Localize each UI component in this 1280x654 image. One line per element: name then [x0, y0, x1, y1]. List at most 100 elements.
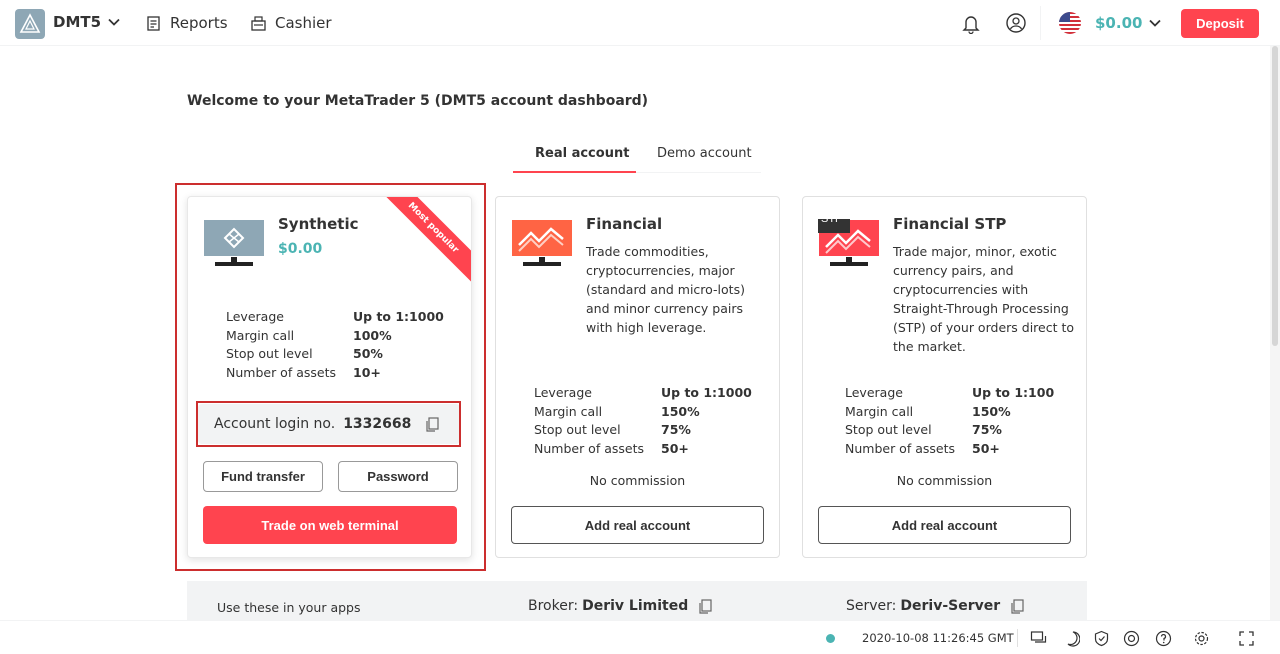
chevron-down-icon: [108, 18, 120, 26]
financial-stp-commission: No commission: [896, 473, 993, 488]
copy-icon[interactable]: [425, 416, 440, 432]
cashier-label: Cashier: [275, 14, 332, 32]
theme-toggle-icon[interactable]: [1063, 630, 1080, 647]
fund-transfer-button[interactable]: Fund transfer: [203, 461, 323, 492]
reports-label: Reports: [170, 14, 228, 32]
us-flag-icon: [1059, 12, 1081, 34]
spec-label: Margin call: [534, 403, 603, 419]
copy-icon[interactable]: [698, 598, 713, 614]
platform-logo-icon[interactable]: [15, 9, 45, 39]
active-tab-indicator: [513, 171, 636, 173]
financial-account-card: Financial Trade commodities, cryptocurre…: [495, 196, 780, 558]
apps-hint: Use these in your apps: [217, 600, 361, 615]
page-title: Welcome to your MetaTrader 5 (DMT5 accou…: [187, 93, 649, 109]
page-scrollbar[interactable]: [1270, 46, 1280, 620]
spec-row: Stop out level 50%: [226, 345, 444, 364]
spec-row: Stop out level 75%: [845, 421, 1054, 440]
server-info-bar: Use these in your apps Broker: Deriv Lim…: [187, 581, 1087, 621]
spec-value: 50+: [972, 441, 1000, 457]
spec-value: 75%: [661, 422, 691, 438]
spec-row: Leverage Up to 1:100: [845, 384, 1054, 403]
financial-specs: Leverage Up to 1:1000 Margin call 150% Sto…: [534, 384, 752, 459]
spec-row: Number of assets 50+: [845, 440, 1054, 459]
login-label: Account login no.: [214, 416, 336, 432]
trade-on-web-terminal-button[interactable]: Trade on web terminal: [203, 506, 457, 544]
spec-value: Up to 1:1000: [353, 309, 444, 324]
fullscreen-icon[interactable]: [1238, 630, 1255, 647]
spec-value: 100%: [353, 327, 392, 343]
cashier-menu-link[interactable]: Cashier: [250, 14, 332, 32]
spec-label: Stop out level: [226, 346, 313, 362]
synthetic-title: Synthetic: [278, 215, 359, 233]
password-button[interactable]: Password: [338, 461, 458, 492]
spec-label: Number of assets: [226, 365, 336, 381]
account-balance-switcher[interactable]: $0.00: [1095, 14, 1162, 32]
header-balance: $0.00: [1095, 14, 1143, 32]
profile-icon[interactable]: [1005, 12, 1027, 34]
platform-switcher[interactable]: DMT5: [53, 13, 121, 31]
spec-row: Leverage Up to 1:1000: [226, 308, 444, 327]
spec-label: Leverage: [845, 385, 903, 400]
spec-label: Margin call: [845, 403, 914, 419]
most-popular-ribbon: Most popular: [375, 197, 471, 286]
spec-value: 150%: [661, 403, 700, 419]
responsible-trading-icon[interactable]: [1123, 630, 1140, 647]
scrollbar-thumb[interactable]: [1272, 46, 1278, 346]
top-header: DMT5 Reports Cashier $0.00 Deposit: [0, 0, 1280, 46]
broker-value: Deriv Limited: [582, 598, 689, 614]
reports-menu-link[interactable]: Reports: [145, 14, 228, 32]
synthetic-account-card: Most popular Synthetic $0.00 Leverage Up …: [187, 196, 472, 558]
shield-icon[interactable]: [1093, 630, 1110, 647]
add-real-account-button[interactable]: Add real account: [511, 506, 764, 544]
settings-gear-icon[interactable]: [1193, 630, 1210, 647]
synthetic-specs: Leverage Up to 1:1000 Margin call 100% Sto…: [226, 308, 444, 383]
deposit-button[interactable]: Deposit: [1181, 9, 1259, 38]
account-type-tabs: Real account Demo account: [513, 140, 761, 173]
spec-value: 10+: [353, 365, 381, 381]
reports-icon: [147, 15, 160, 31]
spec-row: Number of assets 10+: [226, 364, 444, 383]
server-time: 2020-10-08 11:26:45 GMT: [862, 631, 1014, 645]
spec-value: Up to 1:100: [972, 385, 1055, 400]
platform-name: DMT5: [53, 13, 102, 31]
financial-description: Trade commodities, cryptocurrencies, maj…: [586, 244, 745, 335]
financial-stp-account-card: STP Financial STP Trade major, minor, ex…: [802, 196, 1087, 558]
synthetic-balance: $0.00: [278, 241, 323, 257]
spec-row: Stop out level 75%: [534, 421, 752, 440]
add-real-account-button[interactable]: Add real account: [818, 506, 1071, 544]
copy-icon[interactable]: [1010, 598, 1025, 614]
financial-stp-monitor-icon: [818, 219, 879, 266]
server-info: Server: Deriv-Server: [846, 598, 1025, 614]
spec-row: Number of assets 50+: [534, 440, 752, 459]
cashier-icon: [251, 15, 266, 31]
footer-bar: 2020-10-08 11:26:45 GMT: [0, 620, 1280, 654]
broker-info: Broker: Deriv Limited: [528, 598, 713, 614]
tab-real-account[interactable]: Real account: [535, 146, 629, 161]
spec-row: Margin call 150%: [845, 403, 1054, 422]
spec-value: 50%: [353, 346, 383, 362]
tab-demo-account[interactable]: Demo account: [657, 146, 752, 161]
help-icon[interactable]: [1155, 630, 1172, 647]
spec-label: Number of assets: [534, 441, 644, 457]
financial-title: Financial: [586, 215, 663, 233]
chat-icon[interactable]: [1030, 630, 1047, 647]
spec-row: Margin call 150%: [534, 403, 752, 422]
spec-value: 75%: [972, 422, 1002, 438]
server-value: Deriv-Server: [900, 598, 1001, 614]
financial-stp-title: Financial STP: [893, 215, 1007, 233]
spec-value: 150%: [972, 403, 1011, 419]
financial-stp-description: Trade major, minor, exotic currency pair…: [893, 244, 1075, 354]
spec-value: Up to 1:1000: [661, 385, 752, 400]
spec-row: Leverage Up to 1:1000: [534, 384, 752, 403]
account-login-box: Account login no. 1332668: [198, 404, 460, 444]
server-label: Server:: [846, 598, 897, 614]
stp-badge: STP: [821, 213, 843, 225]
financial-monitor-icon: [512, 220, 572, 266]
spec-label: Stop out level: [845, 422, 932, 438]
login-number: 1332668: [343, 416, 412, 432]
spec-value: 50+: [661, 441, 689, 457]
spec-label: Leverage: [534, 385, 592, 400]
spec-label: Margin call: [226, 327, 295, 343]
bell-icon[interactable]: [960, 12, 982, 34]
chevron-down-icon: [1149, 19, 1162, 27]
